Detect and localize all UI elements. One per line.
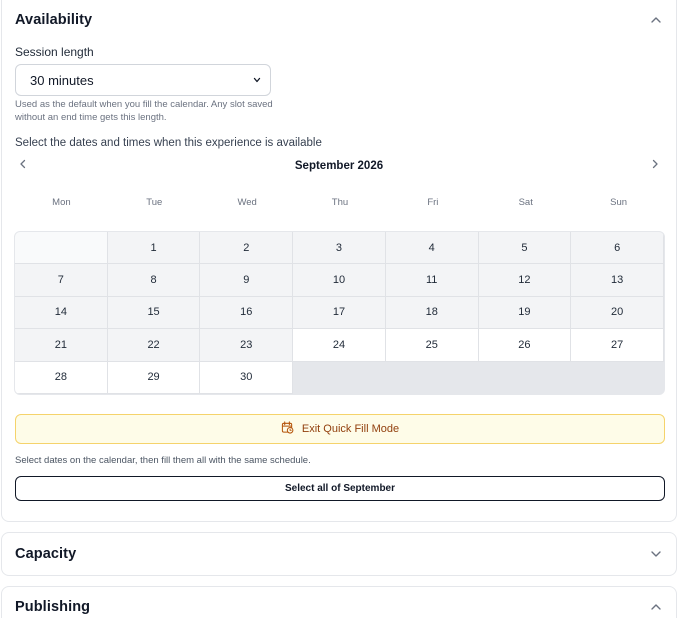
calendar-day[interactable]: 26 — [478, 329, 572, 362]
select-all-month-button[interactable]: Select all of September — [15, 476, 665, 501]
calendar-day[interactable]: 12 — [478, 264, 572, 297]
publishing-title: Publishing — [15, 599, 91, 615]
quick-fill-note: Select dates on the calendar, then fill … — [15, 455, 311, 466]
calendar-day[interactable]: 17 — [293, 296, 386, 330]
calendar-day[interactable]: 19 — [478, 296, 572, 330]
session-length-help: Used as the default when you fill the ca… — [15, 99, 273, 123]
capacity-header[interactable]: Capacity — [15, 544, 663, 564]
chevron-left-icon — [17, 157, 29, 175]
weekday-label: Fri — [427, 197, 439, 208]
calendar-day[interactable]: 27 — [571, 329, 664, 362]
calendar-day[interactable]: 24 — [293, 329, 386, 362]
calendar-clock-icon — [281, 421, 294, 437]
availability-title: Availability — [15, 12, 93, 28]
calendar-day[interactable]: 5 — [478, 232, 572, 265]
availability-header[interactable]: Availability — [15, 10, 663, 30]
capacity-section: Capacity — [1, 532, 677, 576]
availability-section: Availability Session length 30 minutes U… — [1, 0, 677, 522]
calendar-day[interactable]: 2 — [200, 232, 294, 265]
calendar-empty-cell — [293, 361, 386, 394]
calendar-day[interactable]: 10 — [293, 264, 386, 297]
chevron-right-icon — [649, 157, 661, 175]
calendar-day[interactable]: 20 — [571, 296, 664, 330]
weekday-label: Thu — [331, 197, 349, 208]
prev-month-button[interactable] — [15, 158, 31, 174]
calendar-day[interactable]: 9 — [200, 264, 294, 297]
session-length-select[interactable]: 30 minutes — [15, 64, 271, 96]
calendar-day[interactable]: 28 — [15, 361, 108, 394]
calendar-day[interactable]: 29 — [107, 361, 201, 394]
calendar-day[interactable]: 15 — [107, 296, 201, 330]
weekday-label: Mon — [52, 197, 71, 208]
session-length-value: 30 minutes — [30, 72, 94, 88]
calendar-day[interactable]: 14 — [15, 296, 108, 330]
calendar-empty-cell — [571, 361, 664, 394]
weekday-label: Sat — [518, 197, 533, 208]
calendar-day[interactable]: 11 — [385, 264, 479, 297]
calendar-day[interactable]: 4 — [385, 232, 479, 265]
publishing-header[interactable]: Publishing — [15, 597, 663, 617]
calendar-navigation: September 2026 — [15, 157, 663, 175]
weekday-label: Tue — [146, 197, 163, 208]
select-all-month-label: Select all of September — [284, 483, 396, 494]
calendar-day[interactable]: 25 — [385, 329, 479, 362]
next-month-button[interactable] — [647, 158, 663, 174]
calendar-empty-cell — [478, 361, 572, 394]
calendar-empty-cell — [15, 232, 108, 265]
chevron-up-icon[interactable] — [649, 600, 663, 614]
calendar-empty-cell — [385, 361, 479, 394]
calendar-grid: 1 2 3 4 5 6 7 8 9 10 11 12 13 14 15 16 17 18 19 20 21 22 23 24 2… — [14, 231, 665, 395]
calendar-weekday-header: Mon Tue Wed Thu Fri Sat Sun — [15, 197, 665, 208]
chevron-down-icon — [252, 73, 262, 88]
session-length-label: Session length — [15, 45, 94, 59]
calendar-day[interactable]: 1 — [107, 232, 201, 265]
calendar-month-title: September 2026 — [294, 160, 384, 172]
calendar-day[interactable]: 23 — [200, 329, 294, 362]
weekday-label: Wed — [237, 197, 257, 208]
calendar-day[interactable]: 3 — [293, 232, 386, 265]
calendar-day[interactable]: 21 — [15, 329, 108, 362]
calendar-day[interactable]: 16 — [200, 296, 294, 330]
chevron-down-icon[interactable] — [649, 547, 663, 561]
calendar-day[interactable]: 7 — [15, 264, 108, 297]
exit-quick-fill-button[interactable]: Exit Quick Fill Mode — [15, 414, 665, 444]
calendar-day[interactable]: 22 — [107, 329, 201, 362]
exit-quick-fill-label: Exit Quick Fill Mode — [301, 423, 400, 435]
chevron-up-icon[interactable] — [649, 13, 663, 27]
calendar-day[interactable]: 6 — [571, 232, 664, 265]
calendar-day[interactable]: 30 — [200, 361, 294, 394]
calendar-day[interactable]: 8 — [107, 264, 201, 297]
calendar-day[interactable]: 13 — [571, 264, 664, 297]
calendar-day[interactable]: 18 — [385, 296, 479, 330]
weekday-label: Sun — [610, 197, 628, 208]
capacity-title: Capacity — [15, 546, 77, 562]
publishing-section: Publishing — [1, 586, 677, 618]
availability-instruction: Select the dates and times when this exp… — [15, 137, 322, 149]
